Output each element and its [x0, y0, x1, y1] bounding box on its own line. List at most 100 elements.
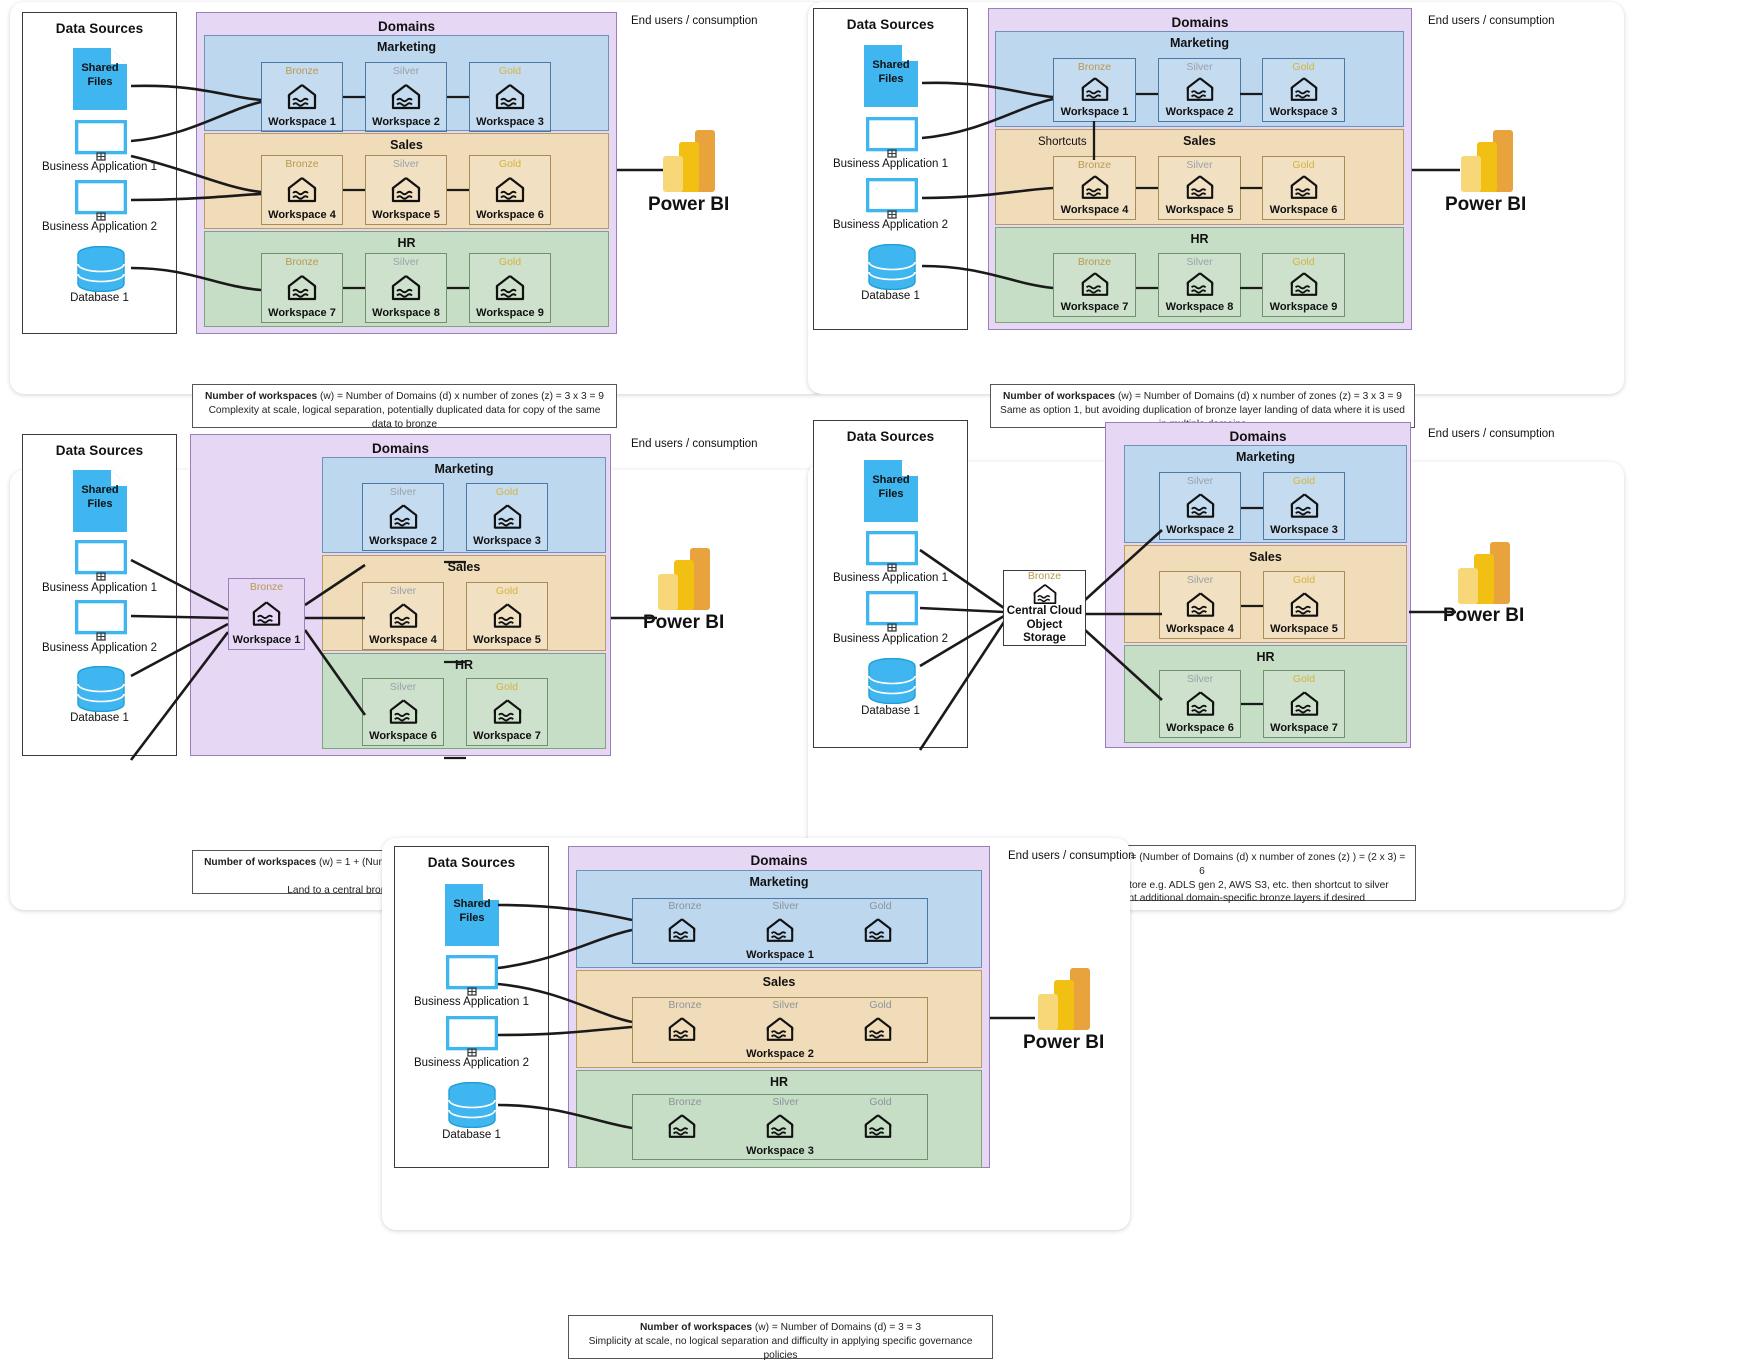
panel-4-shared-files-icon: Shared Files — [864, 460, 918, 522]
panel-2-workspace-7[interactable]: Bronze Workspace 7 — [1053, 253, 1136, 317]
lakehouse-icon — [1290, 493, 1318, 518]
panel-3-workspace-5[interactable]: Gold Workspace 5 — [466, 582, 548, 650]
panel-4-domain-sales-title: Sales — [1249, 550, 1282, 564]
panel-4-domain-marketing-title: Marketing — [1235, 450, 1296, 464]
panel-4-workspace-2-zone: Silver — [1186, 475, 1214, 487]
panel-5-footnote-formula: (w) = Number of Domains (d) = 3 = 3 — [752, 1322, 922, 1333]
panel-5-business-app-1-label: Business Application 1 — [413, 996, 530, 1008]
panel-5-workspace-3[interactable]: Bronze Silver Gold Workspace 3 — [632, 1094, 928, 1160]
panel-1-workspace-9-zone: Gold — [498, 256, 522, 268]
panel-1-workspace-8-zone: Silver — [392, 256, 420, 268]
panel-1-powerbi-icon — [661, 130, 719, 192]
lakehouse-icon — [389, 504, 417, 529]
panel-3-central-workspace-1[interactable]: Bronze Workspace 1 — [228, 578, 305, 650]
panel-3-domain-hr-title: HR — [454, 658, 474, 672]
panel-3-workspace-3[interactable]: Gold Workspace 3 — [466, 483, 548, 551]
panel-4-central-name-line-1: Central Cloud — [1006, 605, 1083, 618]
panel-1-workspace-9[interactable]: Gold Workspace 9 — [469, 253, 551, 323]
panel-4-workspace-5[interactable]: Gold Workspace 5 — [1263, 571, 1345, 639]
lakehouse-icon — [1186, 493, 1214, 518]
panel-4-central-cloud-object-storage[interactable]: Bronze Central Cloud Object Storage — [1003, 570, 1086, 646]
panel-1-workspace-1[interactable]: Bronze Workspace 1 — [261, 62, 343, 132]
panel-5-shared-files-label-1: Shared — [453, 898, 491, 910]
panel-4-workspace-6[interactable]: Silver Workspace 6 — [1159, 670, 1241, 738]
panel-4-workspace-2[interactable]: Silver Workspace 2 — [1159, 472, 1241, 540]
panel-1-domain-marketing-title: Marketing — [376, 40, 437, 54]
panel-4-workspace-7-zone: Gold — [1292, 673, 1316, 685]
panel-1-business-app-1-label: Business Application 1 — [41, 161, 158, 173]
panel-3-powerbi-label: Power BI — [643, 612, 725, 633]
panel-1-workspace-3[interactable]: Gold Workspace 3 — [469, 62, 551, 132]
panel-1-workspace-5[interactable]: Silver Workspace 5 — [365, 155, 447, 225]
panel-3-powerbi-icon — [656, 548, 714, 610]
panel-4-business-app-1-icon — [865, 530, 919, 573]
panel-1-workspace-2[interactable]: Silver Workspace 2 — [365, 62, 447, 132]
panel-5-domain-marketing-title: Marketing — [749, 875, 809, 889]
panel-2-shortcuts-label: Shortcuts — [1038, 136, 1087, 148]
panel-2-workspace-3[interactable]: Gold Workspace 3 — [1262, 58, 1345, 122]
panel-3-workspace-2[interactable]: Silver Workspace 2 — [362, 483, 444, 551]
panel-2-workspace-9-zone: Gold — [1292, 256, 1315, 268]
panel-3-workspace-5-name: Workspace 5 — [473, 633, 541, 646]
panel-1-workspace-4[interactable]: Bronze Workspace 4 — [261, 155, 343, 225]
panel-2-workspace-4[interactable]: Bronze Workspace 4 — [1053, 156, 1136, 220]
panel-4-workspace-7[interactable]: Gold Workspace 7 — [1263, 670, 1345, 738]
panel-3-data-sources-title: Data Sources — [55, 443, 144, 458]
panel-4-database-1-label: Database 1 — [861, 705, 920, 717]
panel-2-workspace-1[interactable]: Bronze Workspace 1 — [1053, 58, 1136, 122]
panel-2-workspace-5-name: Workspace 5 — [1165, 203, 1234, 216]
panel-5-footnote-line-2: Simplicity at scale, no logical separati… — [588, 1335, 973, 1361]
panel-3-business-app-1-label: Business Application 1 — [41, 582, 158, 594]
panel-5-database-1-label: Database 1 — [442, 1129, 501, 1141]
panel-2-workspace-6-name: Workspace 6 — [1269, 203, 1338, 216]
panel-3-workspace-4-name: Workspace 4 — [369, 633, 437, 646]
panel-3-workspace-7[interactable]: Gold Workspace 7 — [466, 678, 548, 746]
panel-3-workspace-6-zone: Silver — [389, 681, 417, 693]
panel-5-footnote-bold: Number of workspaces — [639, 1322, 753, 1333]
panel-1-workspace-2-zone: Silver — [392, 65, 420, 77]
lakehouse-icon — [287, 83, 317, 109]
panel-2-workspace-6[interactable]: Gold Workspace 6 — [1262, 156, 1345, 220]
panel-2-workspace-2[interactable]: Silver Workspace 2 — [1158, 58, 1241, 122]
panel-2-workspace-9[interactable]: Gold Workspace 9 — [1262, 253, 1345, 317]
lakehouse-icon — [668, 1017, 696, 1042]
panel-1-database-1-icon — [76, 245, 126, 293]
panel-2-workspace-3-name: Workspace 3 — [1269, 105, 1338, 118]
panel-1-workspace-8[interactable]: Silver Workspace 8 — [365, 253, 447, 323]
panel-2-powerbi-icon — [1459, 130, 1517, 192]
panel-4-workspace-4[interactable]: Silver Workspace 4 — [1159, 571, 1241, 639]
panel-5-workspace-2[interactable]: Bronze Silver Gold Workspace 2 — [632, 997, 928, 1063]
panel-5-data-sources-title: Data Sources — [427, 855, 516, 870]
panel-1-workspace-8-name: Workspace 8 — [372, 306, 440, 319]
panel-1-workspace-6[interactable]: Gold Workspace 6 — [469, 155, 551, 225]
panel-4-business-app-2-label: Business Application 2 — [832, 633, 949, 645]
panel-3-workspace-6[interactable]: Silver Workspace 6 — [362, 678, 444, 746]
lakehouse-icon — [495, 176, 525, 202]
panel-2-footnote-formula: (w) = Number of Domains (d) x number of … — [1115, 391, 1402, 402]
panel-2-shared-files-label-1: Shared — [872, 59, 910, 71]
panel-3-workspace-4[interactable]: Silver Workspace 4 — [362, 582, 444, 650]
panel-1-footnote-line-2: Complexity at scale, logical separation,… — [208, 404, 601, 430]
lakehouse-icon — [495, 83, 525, 109]
panel-1-workspace-5-name: Workspace 5 — [372, 208, 440, 221]
panel-5-workspace-3-zone-gold: Gold — [869, 1096, 892, 1108]
panel-2-workspace-5[interactable]: Silver Workspace 5 — [1158, 156, 1241, 220]
panel-2-workspace-4-zone: Bronze — [1077, 159, 1112, 171]
lakehouse-icon — [391, 83, 421, 109]
panel-2-workspace-2-zone: Silver — [1186, 61, 1213, 73]
panel-2-domain-marketing-title: Marketing — [1169, 36, 1230, 50]
lakehouse-icon — [1033, 583, 1056, 604]
panel-1-footnote-line-1: Number of workspaces (w) = Number of Dom… — [201, 390, 608, 404]
panel-5-workspace-1[interactable]: Bronze Silver Gold Workspace 1 — [632, 898, 928, 964]
lakehouse-icon — [1186, 77, 1213, 102]
lakehouse-icon — [1290, 592, 1318, 617]
panel-1-shared-files-icon: Shared Files — [73, 48, 127, 110]
panel-4-workspace-4-zone: Silver — [1186, 574, 1214, 586]
panel-4-workspace-3[interactable]: Gold Workspace 3 — [1263, 472, 1345, 540]
panel-5-workspace-2-zone-bronze: Bronze — [668, 999, 702, 1011]
panel-2-workspace-8[interactable]: Silver Workspace 8 — [1158, 253, 1241, 317]
panel-2-domain-hr-title: HR — [1190, 232, 1209, 246]
panel-1-footnote-formula: (w) = Number of Domains (d) x number of … — [317, 391, 604, 402]
panel-5-workspace-2-zone-silver: Silver — [772, 999, 799, 1011]
panel-1-workspace-7[interactable]: Bronze Workspace 7 — [261, 253, 343, 323]
